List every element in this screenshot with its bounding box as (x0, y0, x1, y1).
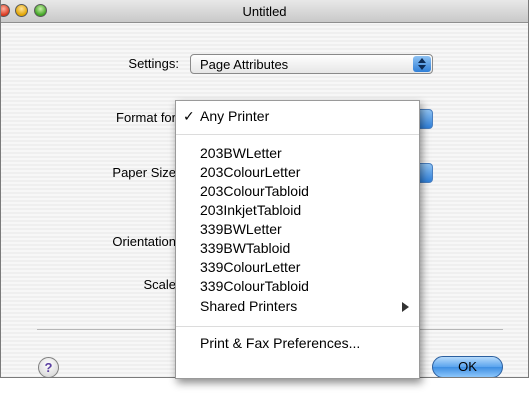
window-title: Untitled (242, 4, 287, 19)
submenu-arrow-icon (402, 302, 409, 312)
menu-item-printer[interactable]: 203InkjetTabloid (176, 201, 419, 220)
format-for-menu: ✓ Any Printer 203BWLetter 203ColourLette… (175, 100, 420, 379)
menu-item-any-printer[interactable]: ✓ Any Printer (176, 107, 419, 126)
menu-item-label: Print & Fax Preferences... (200, 335, 361, 351)
menu-item-label: Any Printer (200, 108, 270, 124)
menu-item-printer[interactable]: 339BWLetter (176, 220, 419, 239)
menu-item-label: 339BWTabloid (200, 240, 291, 256)
menu-separator (176, 326, 419, 327)
orientation-label: Orientation (112, 234, 176, 249)
menu-item-label: Shared Printers (200, 298, 298, 314)
menu-item-label: 339ColourLetter (200, 259, 301, 275)
menu-item-printer[interactable]: 339BWTabloid (176, 239, 419, 258)
title-bar[interactable]: Untitled (1, 0, 528, 23)
menu-item-printer[interactable]: 203BWLetter (176, 144, 419, 163)
menu-item-label: 203BWLetter (200, 145, 282, 161)
settings-popup-value: Page Attributes (200, 57, 289, 72)
help-button[interactable]: ? (38, 357, 59, 377)
settings-popup[interactable]: Page Attributes (190, 54, 433, 74)
menu-item-label: 203InkjetTabloid (200, 202, 302, 218)
menu-item-printer[interactable]: 339ColourLetter (176, 258, 419, 277)
checkmark-icon: ✓ (183, 108, 195, 124)
menu-item-label: 203ColourLetter (200, 164, 301, 180)
menu-item-label: 339ColourTabloid (200, 278, 309, 294)
menu-item-print-fax-preferences[interactable]: Print & Fax Preferences... (176, 334, 419, 353)
menu-separator (176, 134, 419, 135)
menu-item-printer[interactable]: 203ColourTabloid (176, 182, 419, 201)
menu-item-label: 339BWLetter (200, 221, 282, 237)
menu-item-printer[interactable]: 339ColourTabloid (176, 277, 419, 296)
paper-size-label: Paper Size (112, 165, 176, 180)
menu-item-shared-printers[interactable]: Shared Printers (176, 297, 419, 316)
menu-item-printer[interactable]: 203ColourLetter (176, 163, 419, 182)
settings-label: Settings: (128, 56, 179, 71)
format-for-label: Format for (116, 110, 176, 125)
popup-arrows-icon (413, 56, 431, 72)
ok-button[interactable]: OK (432, 356, 503, 377)
scale-label: Scale (143, 277, 176, 292)
menu-item-label: 203ColourTabloid (200, 183, 309, 199)
